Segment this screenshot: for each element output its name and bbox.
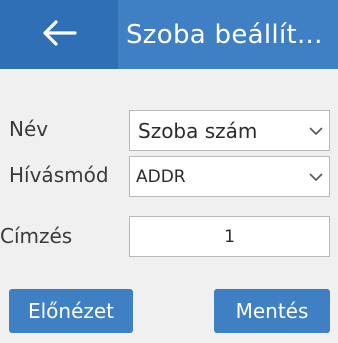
- name-select[interactable]: Szoba szám: [129, 110, 330, 151]
- preview-button[interactable]: Előnézet: [9, 289, 133, 333]
- save-button[interactable]: Mentés: [214, 289, 330, 333]
- arrow-left-icon: [41, 19, 77, 51]
- call-mode-label: Hívásmód: [9, 163, 109, 187]
- room-settings-screen: Szoba beállít... Név Szoba szám Hívásmód…: [0, 0, 338, 343]
- page-title: Szoba beállít...: [126, 19, 323, 50]
- chevron-down-icon: [303, 126, 329, 136]
- call-mode-select[interactable]: ADDR: [129, 156, 330, 197]
- call-mode-select-value: ADDR: [136, 166, 186, 187]
- address-input-value: 1: [224, 226, 235, 247]
- address-input[interactable]: 1: [129, 216, 330, 257]
- name-select-value: Szoba szám: [138, 118, 258, 143]
- back-button[interactable]: [0, 0, 118, 69]
- address-label: Címzés: [0, 224, 73, 248]
- chevron-down-icon: [303, 172, 329, 182]
- header-bar: Szoba beállít...: [0, 0, 338, 69]
- name-label: Név: [9, 117, 49, 141]
